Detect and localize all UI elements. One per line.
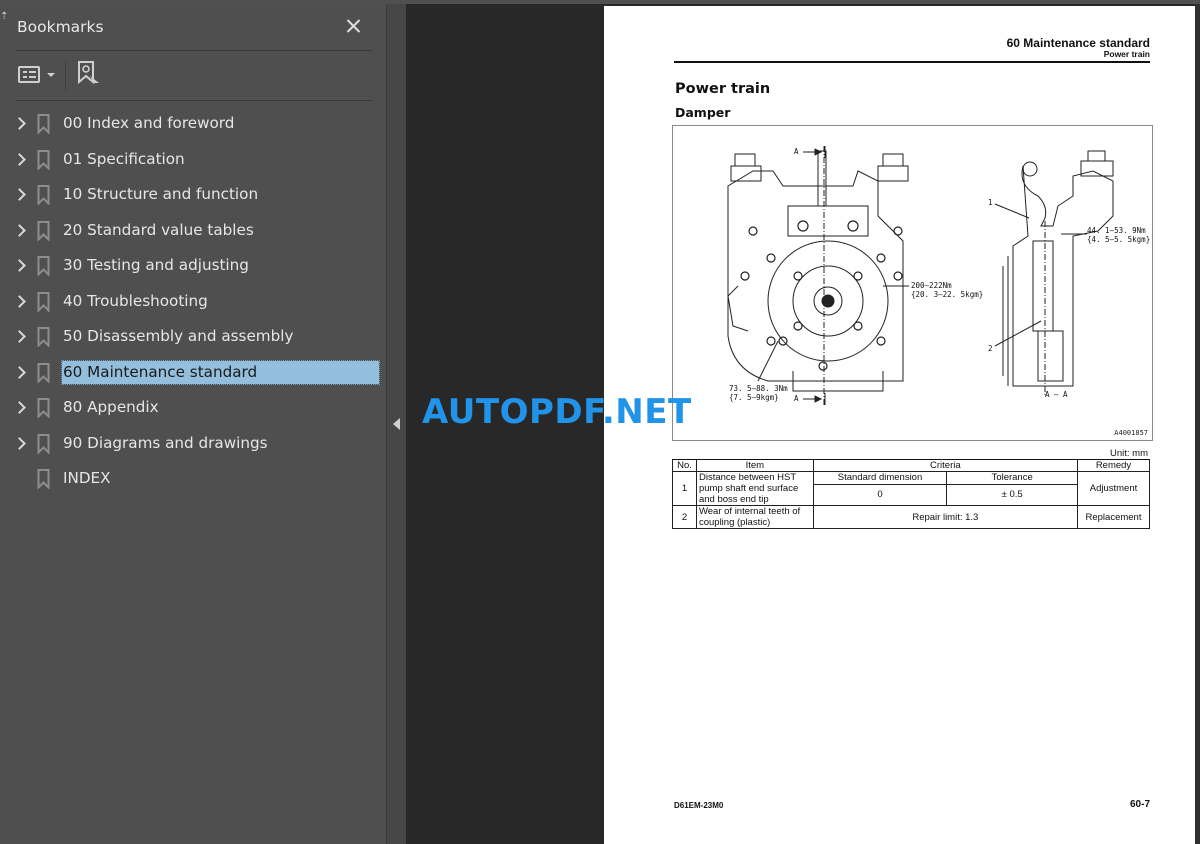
header-rule (674, 61, 1150, 63)
callout-2: 2 (988, 344, 993, 353)
bookmark-item[interactable]: 20 Standard value tables (0, 213, 386, 249)
technical-drawing: A A 200–222Nm {20. 3–22. 5kgm} 73. 5–88. … (672, 125, 1153, 441)
bookmark-item[interactable]: 90 Diagrams and drawings (0, 426, 386, 462)
bookmark-label: 40 Troubleshooting (63, 291, 208, 310)
bookmark-icon (37, 114, 50, 134)
panel-title: Bookmarks (17, 18, 104, 36)
canvas-edge (1195, 4, 1200, 844)
list-options-icon (18, 66, 40, 83)
bookmark-icon (37, 149, 50, 170)
chevron-right-icon[interactable] (14, 400, 28, 414)
bookmarks-toolbar (16, 58, 372, 94)
maintenance-table: No. Item Criteria Remedy 1 Distance betw… (672, 459, 1150, 529)
cell-no: 1 (672, 471, 697, 506)
subsection-title: Damper (675, 105, 731, 120)
bookmark-item[interactable]: 40 Troubleshooting (0, 284, 386, 320)
chevron-down-icon (47, 73, 55, 77)
bookmark-label: 01 Specification (63, 149, 185, 168)
chevron-right-icon[interactable] (14, 436, 28, 450)
bookmark-item[interactable]: 60 Maintenance standard (0, 355, 386, 391)
bookmark-icon (37, 220, 50, 241)
bookmark-options-button[interactable] (18, 63, 58, 87)
bookmark-icon (37, 256, 50, 276)
find-current-bookmark-button[interactable] (76, 60, 104, 90)
cell-no: 2 (672, 505, 697, 529)
pdf-page: 60 Maintenance standard Power train Powe… (604, 6, 1195, 844)
bookmark-label: 50 Disassembly and assembly (63, 327, 294, 345)
cell-item: Distance between HST pump shaft end surf… (695, 471, 814, 506)
bookmark-list: 00 Index and foreword 01 Specification 10 … (0, 106, 386, 497)
toolbar-divider (65, 61, 66, 91)
unit-label: Unit: mm (1110, 448, 1148, 459)
chevron-right-icon[interactable] (14, 187, 28, 201)
table-row: 2 Wear of internal teeth of coupling (pl… (672, 505, 1150, 529)
torque-label-right: 44. 1–53. 9Nm {4. 5–5. 5kgm} (1087, 226, 1151, 244)
bookmark-icon (37, 398, 50, 418)
bookmark-item[interactable]: INDEX (0, 461, 386, 497)
bookmark-icon (37, 185, 50, 205)
callout-1: 1 (988, 198, 993, 207)
torque-label-bottom: 73. 5–88. 3Nm {7. 5–9kgm} (729, 384, 788, 402)
table-header-row: No. Item Criteria Remedy (672, 459, 1150, 472)
bookmark-icon (37, 327, 50, 347)
bookmarks-panel: ⇡ Bookmarks 00 Index and foreword 01 Spec… (0, 4, 386, 844)
chevron-right-icon[interactable] (14, 294, 28, 308)
bookmark-label: 60 Maintenance standard (61, 359, 380, 385)
bookmark-label: 30 Testing and adjusting (63, 256, 249, 274)
bookmark-icon (37, 433, 50, 454)
panel-resize-icon[interactable]: ⇡ (0, 12, 8, 22)
chevron-right-icon[interactable] (14, 116, 28, 130)
table-row: 1 Distance between HST pump shaft end su… (672, 471, 1150, 506)
bookmark-label: 90 Diagrams and drawings (63, 433, 268, 452)
header-no: No. (672, 459, 697, 472)
chevron-right-icon[interactable] (14, 365, 28, 379)
divider (16, 50, 372, 51)
bookmark-icon (37, 362, 50, 383)
document-code: D61EM-23M0 (674, 801, 724, 810)
bookmark-item[interactable]: 01 Specification (0, 142, 386, 178)
subheader-standard: Standard dimension (812, 471, 948, 485)
running-subheader: Power train (1103, 49, 1150, 59)
header-criteria: Criteria (812, 459, 1079, 472)
chevron-right-icon[interactable] (14, 223, 28, 237)
bookmark-label: 10 Structure and function (63, 185, 259, 203)
bookmark-item[interactable]: 30 Testing and adjusting (0, 248, 386, 284)
chevron-right-icon[interactable] (14, 258, 28, 272)
bookmark-icon (37, 291, 50, 312)
panel-splitter[interactable] (386, 4, 406, 844)
section-title: Power train (675, 81, 771, 97)
cell-standard: 0 (812, 483, 948, 507)
find-current-bookmark-icon (78, 61, 99, 87)
cell-criteria: Repair limit: 1.3 (812, 505, 1079, 529)
running-header: 60 Maintenance standard (1006, 36, 1150, 50)
bookmark-label: 80 Appendix (63, 398, 159, 416)
subheader-tolerance: Tolerance (946, 471, 1078, 485)
divider (16, 100, 372, 101)
bookmark-item[interactable]: 80 Appendix (0, 390, 386, 426)
section-marker-bottom: A (794, 394, 799, 403)
bookmark-label: 00 Index and foreword (63, 114, 235, 132)
header-item: Item (695, 459, 814, 472)
header-remedy: Remedy (1077, 459, 1150, 472)
close-icon[interactable] (342, 14, 366, 38)
bookmark-item[interactable]: 00 Index and foreword (0, 106, 386, 142)
bookmark-label: 20 Standard value tables (63, 220, 254, 239)
collapse-panel-icon[interactable] (393, 418, 400, 430)
chevron-right-icon[interactable] (14, 152, 28, 166)
page-number: 60-7 (1129, 799, 1150, 810)
chevron-right-icon[interactable] (14, 329, 28, 343)
torque-label-center: 200–222Nm {20. 3–22. 5kgm} (911, 281, 984, 299)
cell-remedy: Adjustment (1077, 471, 1150, 506)
section-view-label: A – A (1045, 390, 1068, 399)
section-marker-top: A (794, 147, 799, 156)
drawing-code: A4001857 (1114, 429, 1148, 437)
bookmark-item[interactable]: 10 Structure and function (0, 177, 386, 213)
bookmark-icon (37, 469, 50, 489)
cell-tolerance: ± 0.5 (946, 483, 1078, 507)
bookmark-item[interactable]: 50 Disassembly and assembly (0, 319, 386, 355)
cell-remedy: Replacement (1077, 505, 1150, 529)
cell-item: Wear of internal teeth of coupling (plas… (695, 505, 814, 529)
bookmark-label: INDEX (63, 469, 111, 487)
